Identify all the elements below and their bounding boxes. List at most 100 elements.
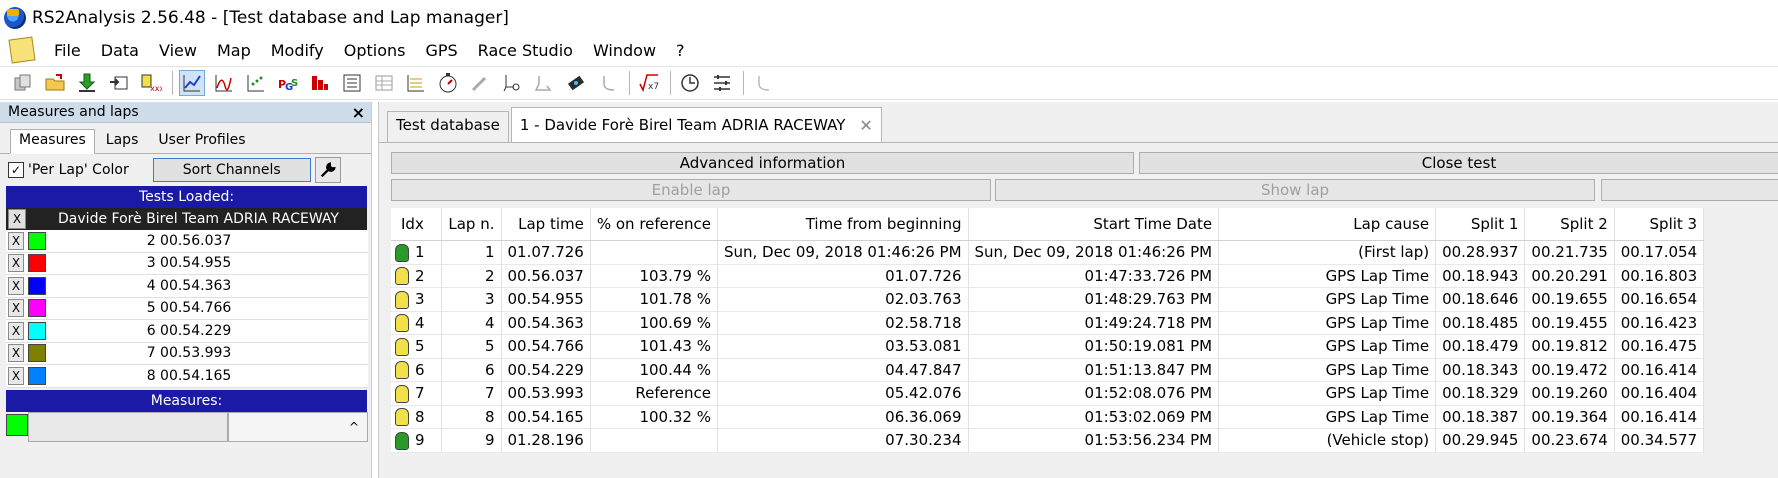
gps-chart-icon[interactable]: PGS: [275, 70, 301, 96]
measure-color-swatch[interactable]: [6, 413, 28, 436]
column-header-lap-cause[interactable]: Lap cause: [1218, 208, 1437, 241]
flag-icon[interactable]: [395, 384, 409, 403]
lap-color-swatch[interactable]: [28, 366, 46, 385]
flag-icon[interactable]: [395, 243, 409, 262]
column-header-idx[interactable]: Idx: [391, 208, 442, 241]
table-row[interactable]: 2 2 00.56.037 103.79 % 01.07.726 01:47:33.726…: [391, 264, 1705, 288]
advanced-information-button[interactable]: Advanced information: [391, 152, 1134, 174]
column-header-lap-time[interactable]: Lap time: [501, 208, 591, 241]
wand-icon[interactable]: [467, 70, 493, 96]
table-row[interactable]: 5 5 00.54.766 101.43 % 03.53.081 01:50:19.081…: [391, 334, 1705, 359]
math-channel-icon[interactable]: x7: [636, 70, 662, 96]
chart-distance-icon[interactable]: [211, 70, 237, 96]
per-lap-color-checkbox[interactable]: ✓: [8, 162, 24, 178]
flag-icon[interactable]: [395, 314, 409, 332]
measure-list-box[interactable]: [28, 411, 228, 442]
tag-icon[interactable]: [563, 70, 589, 96]
table-row[interactable]: 3 3 00.54.955 101.78 % 02.03.763 01:48:29.763…: [391, 287, 1705, 312]
close-icon[interactable]: ×: [352, 103, 365, 122]
channel-math-icon[interactable]: [499, 70, 525, 96]
tab-laps[interactable]: Laps: [97, 129, 148, 153]
track-disabled-icon[interactable]: [750, 70, 776, 96]
menu-file[interactable]: File: [44, 41, 91, 60]
flag-icon[interactable]: [395, 267, 409, 285]
histogram-icon[interactable]: [307, 70, 333, 96]
open-folder-icon[interactable]: [42, 70, 68, 96]
remove-lap-button[interactable]: X: [8, 254, 24, 273]
wrench-icon[interactable]: [314, 157, 341, 183]
menu-race-studio[interactable]: Race Studio: [468, 41, 583, 60]
stopwatch-icon[interactable]: [435, 70, 461, 96]
menu-help[interactable]: ?: [666, 41, 695, 60]
menu-view[interactable]: View: [149, 41, 207, 60]
lap-color-swatch[interactable]: [28, 231, 46, 250]
lap-row[interactable]: X 2 00.56.037: [6, 230, 368, 253]
download-icon[interactable]: [74, 70, 100, 96]
lap-color-swatch[interactable]: [28, 276, 46, 295]
lap-row[interactable]: X 6 00.54.229: [6, 320, 368, 343]
table-row[interactable]: 4 4 00.54.363 100.69 % 02.58.718 01:49:24.718…: [391, 311, 1705, 335]
column-header-split-3[interactable]: Split 3: [1614, 208, 1705, 241]
remove-lap-button[interactable]: X: [8, 276, 24, 295]
tab-user-profiles[interactable]: User Profiles: [149, 129, 254, 153]
test-name-row[interactable]: X Davide Forè Birel Team ADRIA RACEWAY: [6, 208, 367, 230]
tab-test-database[interactable]: Test database: [387, 111, 509, 142]
xy-chart-icon[interactable]: [243, 70, 269, 96]
track-icon[interactable]: [531, 70, 557, 96]
sort-channels-button[interactable]: Sort Channels: [152, 158, 311, 182]
flag-icon[interactable]: [395, 361, 409, 379]
flag-icon[interactable]: [395, 290, 409, 309]
table-row[interactable]: 6 6 00.54.229 100.44 % 04.47.847 01:51:13.847…: [391, 358, 1705, 382]
show-lap-button[interactable]: Show lap: [995, 179, 1595, 201]
lap-color-swatch[interactable]: [28, 321, 46, 340]
clock-icon[interactable]: [677, 70, 703, 96]
tab-test[interactable]: 1 - Davide Forè Birel Team ADRIA RACEWAY…: [510, 107, 882, 142]
remove-lap-button[interactable]: X: [8, 344, 24, 363]
column-header-time-from-beginning[interactable]: Time from beginning: [717, 208, 969, 241]
remove-lap-button[interactable]: X: [8, 299, 24, 318]
flag-icon[interactable]: [395, 431, 409, 450]
export-icon[interactable]: xxx: [138, 70, 164, 96]
table-row[interactable]: 8 8 00.54.165 100.32 % 06.36.069 01:53:02.069…: [391, 405, 1705, 429]
remove-lap-button[interactable]: X: [8, 366, 24, 385]
filter-icon[interactable]: [709, 70, 735, 96]
import-icon[interactable]: [106, 70, 132, 96]
table-row[interactable]: 7 7 00.53.993 Reference 05.42.076 01:52:08.07…: [391, 381, 1705, 406]
lap-color-swatch[interactable]: [28, 254, 46, 273]
report-icon[interactable]: [339, 70, 365, 96]
column-header-pct-reference[interactable]: % on reference: [590, 208, 718, 241]
copy-icon[interactable]: [10, 70, 36, 96]
menu-map[interactable]: Map: [207, 41, 261, 60]
lap-row[interactable]: X 7 00.53.993: [6, 342, 368, 365]
menu-modify[interactable]: Modify: [261, 41, 334, 60]
column-header-split-1[interactable]: Split 1: [1435, 208, 1526, 241]
menu-window[interactable]: Window: [583, 41, 666, 60]
column-header-lap-n[interactable]: Lap n.: [441, 208, 502, 241]
table-icon[interactable]: [371, 70, 397, 96]
lap-row[interactable]: X 5 00.54.766: [6, 297, 368, 320]
lap-row[interactable]: X 3 00.54.955: [6, 252, 368, 275]
column-header-start-time-date[interactable]: Start Time Date: [968, 208, 1220, 241]
close-tab-icon[interactable]: ✕: [859, 116, 872, 135]
close-test-button[interactable]: Close test: [1139, 152, 1778, 174]
track-edit-icon[interactable]: [595, 70, 621, 96]
lap-color-swatch[interactable]: [28, 299, 46, 318]
chart-time-icon[interactable]: [179, 70, 205, 96]
column-header-split-2[interactable]: Split 2: [1524, 208, 1615, 241]
remove-test-button[interactable]: X: [8, 209, 26, 229]
remove-lap-button[interactable]: X: [8, 231, 24, 250]
menu-data[interactable]: Data: [91, 41, 149, 60]
lap-color-swatch[interactable]: [28, 344, 46, 363]
scroll-up-icon[interactable]: ^: [228, 411, 368, 442]
menu-options[interactable]: Options: [334, 41, 416, 60]
tab-measures[interactable]: Measures: [10, 129, 95, 154]
extra-lap-button[interactable]: [1601, 179, 1778, 201]
table-row[interactable]: 1 1 01.07.726 Sun, Dec 09, 2018 01:46:26 PM…: [391, 240, 1705, 265]
lap-row[interactable]: X 8 00.54.165: [6, 365, 368, 388]
track-report-icon[interactable]: [403, 70, 429, 96]
remove-lap-button[interactable]: X: [8, 321, 24, 340]
flag-icon[interactable]: [395, 337, 409, 356]
table-row[interactable]: 9 9 01.28.196 07.30.234 01:53:56.234 PM (Vehi…: [391, 428, 1705, 453]
menu-gps[interactable]: GPS: [415, 41, 467, 60]
enable-lap-button[interactable]: Enable lap: [391, 179, 991, 201]
